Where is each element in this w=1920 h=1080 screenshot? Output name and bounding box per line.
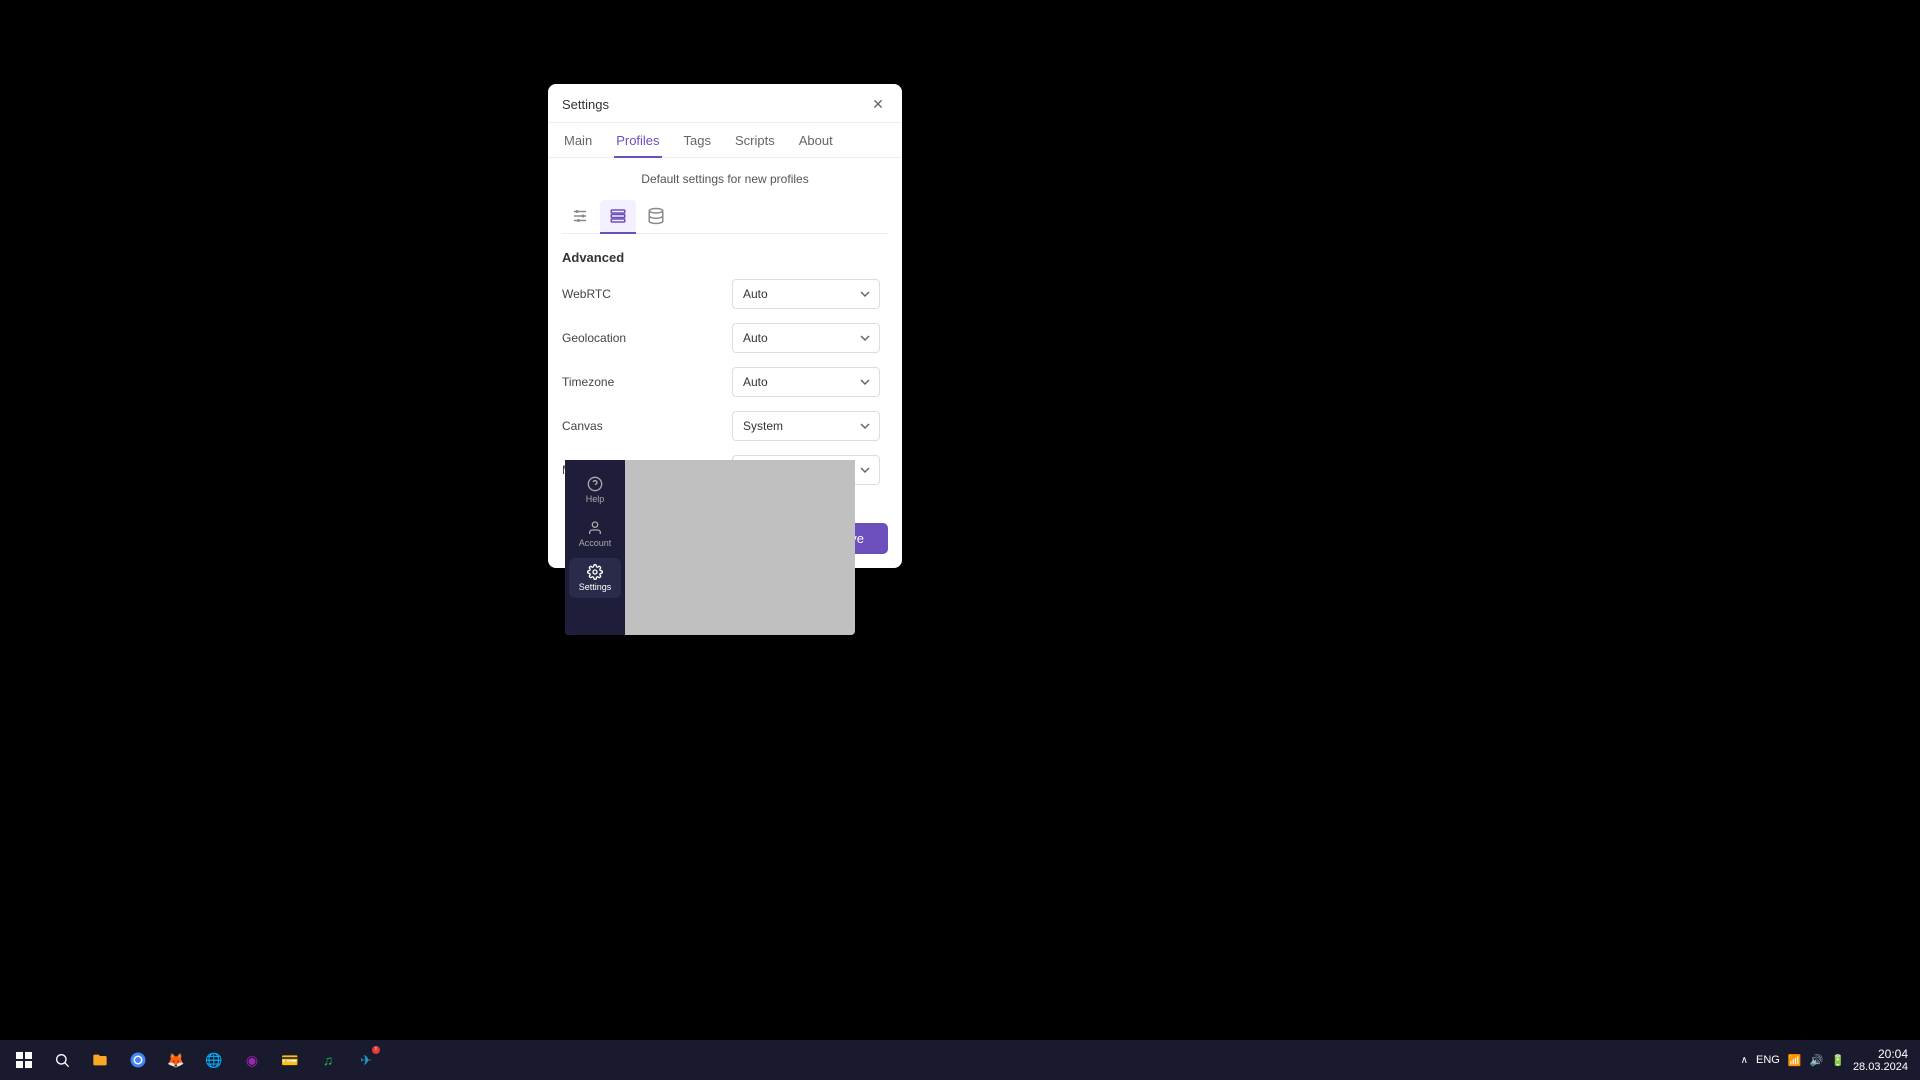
sidebar-item-help-label: Help	[586, 494, 605, 504]
tab-tags[interactable]: Tags	[682, 123, 713, 158]
sidebar-item-account-label: Account	[579, 538, 612, 548]
taskbar-app-6[interactable]: ✈ !	[350, 1044, 382, 1076]
taskbar-time: 20:04	[1853, 1047, 1908, 1061]
advanced-section-title: Advanced	[562, 250, 888, 265]
tab-about[interactable]: About	[797, 123, 835, 158]
dialog-header: Settings ✕	[548, 84, 902, 123]
sidebar-background: Help Account Settings	[565, 460, 625, 635]
taskbar-clock: 20:04 28.03.2024	[1853, 1047, 1908, 1073]
webrtc-label: WebRTC	[562, 287, 611, 301]
icon-tab-storage[interactable]	[638, 200, 674, 234]
taskbar-app-2[interactable]: 🌐	[198, 1044, 230, 1076]
file-explorer-button[interactable]	[84, 1044, 116, 1076]
tab-profiles[interactable]: Profiles	[614, 123, 661, 158]
webrtc-select[interactable]: Auto Disabled Enabled	[732, 279, 880, 309]
tray-wifi: 📶	[1788, 1054, 1802, 1067]
start-button[interactable]	[8, 1044, 40, 1076]
geolocation-label: Geolocation	[562, 331, 626, 345]
timezone-label: Timezone	[562, 375, 614, 389]
tray-lang: ENG	[1756, 1054, 1780, 1066]
canvas-label: Canvas	[562, 419, 603, 433]
sidebar-item-settings[interactable]: Settings	[569, 558, 621, 598]
taskbar-left: 🦊 🌐 ◉ 💳 ♫ ✈ !	[0, 1044, 382, 1076]
section-subtitle: Default settings for new profiles	[562, 172, 888, 186]
geolocation-select[interactable]: Auto Disabled Prompt	[732, 323, 880, 353]
tab-main[interactable]: Main	[562, 123, 594, 158]
geolocation-row: Geolocation Auto Disabled Prompt	[562, 323, 880, 353]
sidebar-item-account[interactable]: Account	[569, 514, 621, 554]
tray-arrow[interactable]: ∧	[1741, 1055, 1748, 1066]
taskbar-app-5[interactable]: ♫	[312, 1044, 344, 1076]
taskbar-app-3[interactable]: ◉	[236, 1044, 268, 1076]
canvas-select[interactable]: System Noise Off	[732, 411, 880, 441]
search-button[interactable]	[46, 1044, 78, 1076]
taskbar-app-4[interactable]: 💳	[274, 1044, 306, 1076]
sidebar-item-help[interactable]: Help	[569, 470, 621, 510]
icon-tab-general[interactable]	[562, 200, 598, 234]
webrtc-row: WebRTC Auto Disabled Enabled	[562, 279, 880, 309]
dialog-tabs: Main Profiles Tags Scripts About	[548, 123, 902, 158]
close-button[interactable]: ✕	[868, 94, 888, 114]
taskbar: 🦊 🌐 ◉ 💳 ♫ ✈ ! ∧ ENG 📶 🔊 🔋 20:04 28.03.20…	[0, 1040, 1920, 1080]
icon-tab-advanced[interactable]	[600, 200, 636, 234]
timezone-row: Timezone Auto Custom	[562, 367, 880, 397]
tray-battery: 🔋	[1831, 1054, 1845, 1067]
sidebar-item-settings-label: Settings	[579, 582, 612, 592]
tab-scripts[interactable]: Scripts	[733, 123, 777, 158]
chrome-button[interactable]	[122, 1044, 154, 1076]
dialog-title: Settings	[562, 97, 609, 112]
taskbar-right: ∧ ENG 📶 🔊 🔋 20:04 28.03.2024	[1741, 1047, 1920, 1073]
taskbar-app-1[interactable]: 🦊	[160, 1044, 192, 1076]
taskbar-date: 28.03.2024	[1853, 1061, 1908, 1073]
icon-tabs	[562, 200, 888, 234]
tray-sound: 🔊	[1810, 1054, 1824, 1067]
timezone-select[interactable]: Auto Custom	[732, 367, 880, 397]
canvas-row: Canvas System Noise Off	[562, 411, 880, 441]
